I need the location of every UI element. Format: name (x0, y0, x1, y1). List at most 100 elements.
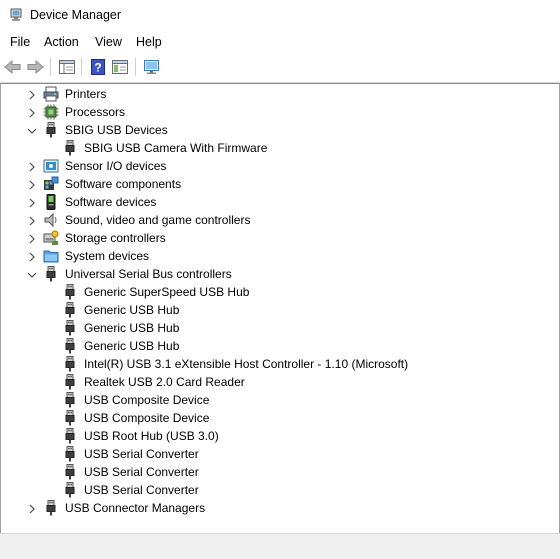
chevron-right-icon[interactable] (27, 179, 37, 190)
device-label: System devices (65, 249, 150, 263)
device-label: USB Composite Device (84, 393, 210, 407)
device-item[interactable]: USB Serial Converter (1, 463, 557, 481)
usb-plug-icon (62, 320, 78, 336)
usb-plug-icon (62, 338, 78, 354)
device-category[interactable]: Storage controllers (1, 229, 557, 247)
usb-plug-icon (43, 266, 59, 282)
device-label: Generic SuperSpeed USB Hub (84, 285, 250, 299)
usb-plug-icon (62, 464, 78, 480)
usb-plug-icon (62, 392, 78, 408)
forward-button[interactable] (25, 57, 45, 77)
device-label: SBIG USB Camera With Firmware (84, 141, 268, 155)
device-label: Generic USB Hub (84, 321, 180, 335)
device-item[interactable]: Generic USB Hub (1, 319, 557, 337)
device-label: USB Composite Device (84, 411, 210, 425)
usb-plug-icon (62, 356, 78, 372)
device-item[interactable]: Realtek USB 2.0 Card Reader (1, 373, 557, 391)
chevron-right-icon[interactable] (27, 161, 37, 172)
usb-plug-icon (62, 428, 78, 444)
menu-view[interactable]: View (95, 35, 122, 49)
device-label: USB Serial Converter (84, 447, 199, 461)
properties-pane-icon (59, 60, 75, 74)
chevron-right-icon[interactable] (27, 107, 37, 118)
usb-plug-icon (43, 500, 59, 516)
chevron-right-icon[interactable] (27, 215, 37, 226)
menu-help[interactable]: Help (136, 35, 162, 49)
usb-plug-icon (62, 410, 78, 426)
device-label: SBIG USB Devices (65, 123, 168, 137)
device-item[interactable]: USB Composite Device (1, 391, 557, 409)
software-component-icon (43, 176, 59, 192)
back-icon (4, 60, 21, 74)
device-item[interactable]: USB Serial Converter (1, 445, 557, 463)
device-category[interactable]: Software components (1, 175, 557, 193)
toolbar: ? (0, 53, 560, 83)
device-label: Realtek USB 2.0 Card Reader (84, 375, 245, 389)
device-category[interactable]: Printers (1, 85, 557, 103)
toolbar-separator (81, 58, 82, 76)
device-label: Software components (65, 177, 182, 191)
device-tree[interactable]: Printers Processors SBIG USB Devices SBIG U… (0, 83, 560, 534)
device-manager-icon (10, 8, 22, 21)
device-label: Generic USB Hub (84, 303, 180, 317)
device-item[interactable]: Generic SuperSpeed USB Hub (1, 283, 557, 301)
device-item[interactable]: Generic USB Hub (1, 301, 557, 319)
scan-hardware-button[interactable] (142, 57, 162, 77)
scan-hardware-monitor-icon (144, 60, 159, 74)
usb-plug-icon (62, 140, 78, 156)
svg-text:?: ? (94, 61, 101, 75)
speaker-icon (43, 212, 59, 228)
chevron-right-icon[interactable] (27, 251, 37, 262)
usb-plug-icon (62, 302, 78, 318)
usb-plug-icon (62, 446, 78, 462)
show-hide-console-tree-button[interactable] (110, 57, 130, 77)
help-icon: ? (91, 59, 105, 75)
system-folder-icon (43, 248, 59, 264)
software-device-icon (43, 194, 59, 210)
properties-pane-button[interactable] (57, 57, 77, 77)
device-item[interactable]: Generic USB Hub (1, 337, 557, 355)
chevron-right-icon[interactable] (27, 503, 37, 514)
device-label: Universal Serial Bus controllers (65, 267, 232, 281)
device-category[interactable]: System devices (1, 247, 557, 265)
show-hide-console-tree-icon (112, 60, 128, 74)
usb-plug-icon (43, 122, 59, 138)
chevron-right-icon[interactable] (27, 197, 37, 208)
chevron-right-icon[interactable] (27, 89, 37, 100)
forward-icon (27, 60, 44, 74)
device-category[interactable]: SBIG USB Devices (1, 121, 557, 139)
device-label: Generic USB Hub (84, 339, 180, 353)
device-item[interactable]: USB Serial Converter (1, 481, 557, 499)
device-category[interactable]: Sound, video and game controllers (1, 211, 557, 229)
usb-plug-icon (62, 374, 78, 390)
usb-plug-icon (62, 482, 78, 498)
device-item[interactable]: USB Root Hub (USB 3.0) (1, 427, 557, 445)
device-label: USB Serial Converter (84, 483, 199, 497)
device-label: Software devices (65, 195, 157, 209)
device-item[interactable]: USB Composite Device (1, 409, 557, 427)
device-item[interactable]: SBIG USB Camera With Firmware (1, 139, 557, 157)
menu-file[interactable]: File (10, 35, 30, 49)
device-label: Printers (65, 87, 107, 101)
chevron-down-icon[interactable] (27, 125, 37, 135)
device-label: Intel(R) USB 3.1 eXtensible Host Control… (84, 357, 409, 371)
device-label: USB Serial Converter (84, 465, 199, 479)
chevron-down-icon[interactable] (27, 269, 37, 279)
device-label: Processors (65, 105, 126, 119)
device-category[interactable]: USB Connector Managers (1, 499, 557, 517)
device-label: Storage controllers (65, 231, 166, 245)
sensor-icon (43, 158, 59, 174)
menu-action[interactable]: Action (44, 35, 79, 49)
device-item[interactable]: Intel(R) USB 3.1 eXtensible Host Control… (1, 355, 557, 373)
device-label: USB Connector Managers (65, 501, 206, 515)
back-button[interactable] (3, 57, 23, 77)
device-category[interactable]: Sensor I/O devices (1, 157, 557, 175)
storage-controller-icon (43, 230, 59, 246)
device-label: USB Root Hub (USB 3.0) (84, 429, 219, 443)
device-category[interactable]: Software devices (1, 193, 557, 211)
help-button[interactable]: ? (88, 57, 108, 77)
chevron-right-icon[interactable] (27, 233, 37, 244)
device-label: Sensor I/O devices (65, 159, 167, 173)
device-category[interactable]: Universal Serial Bus controllers (1, 265, 557, 283)
device-category[interactable]: Processors (1, 103, 557, 121)
